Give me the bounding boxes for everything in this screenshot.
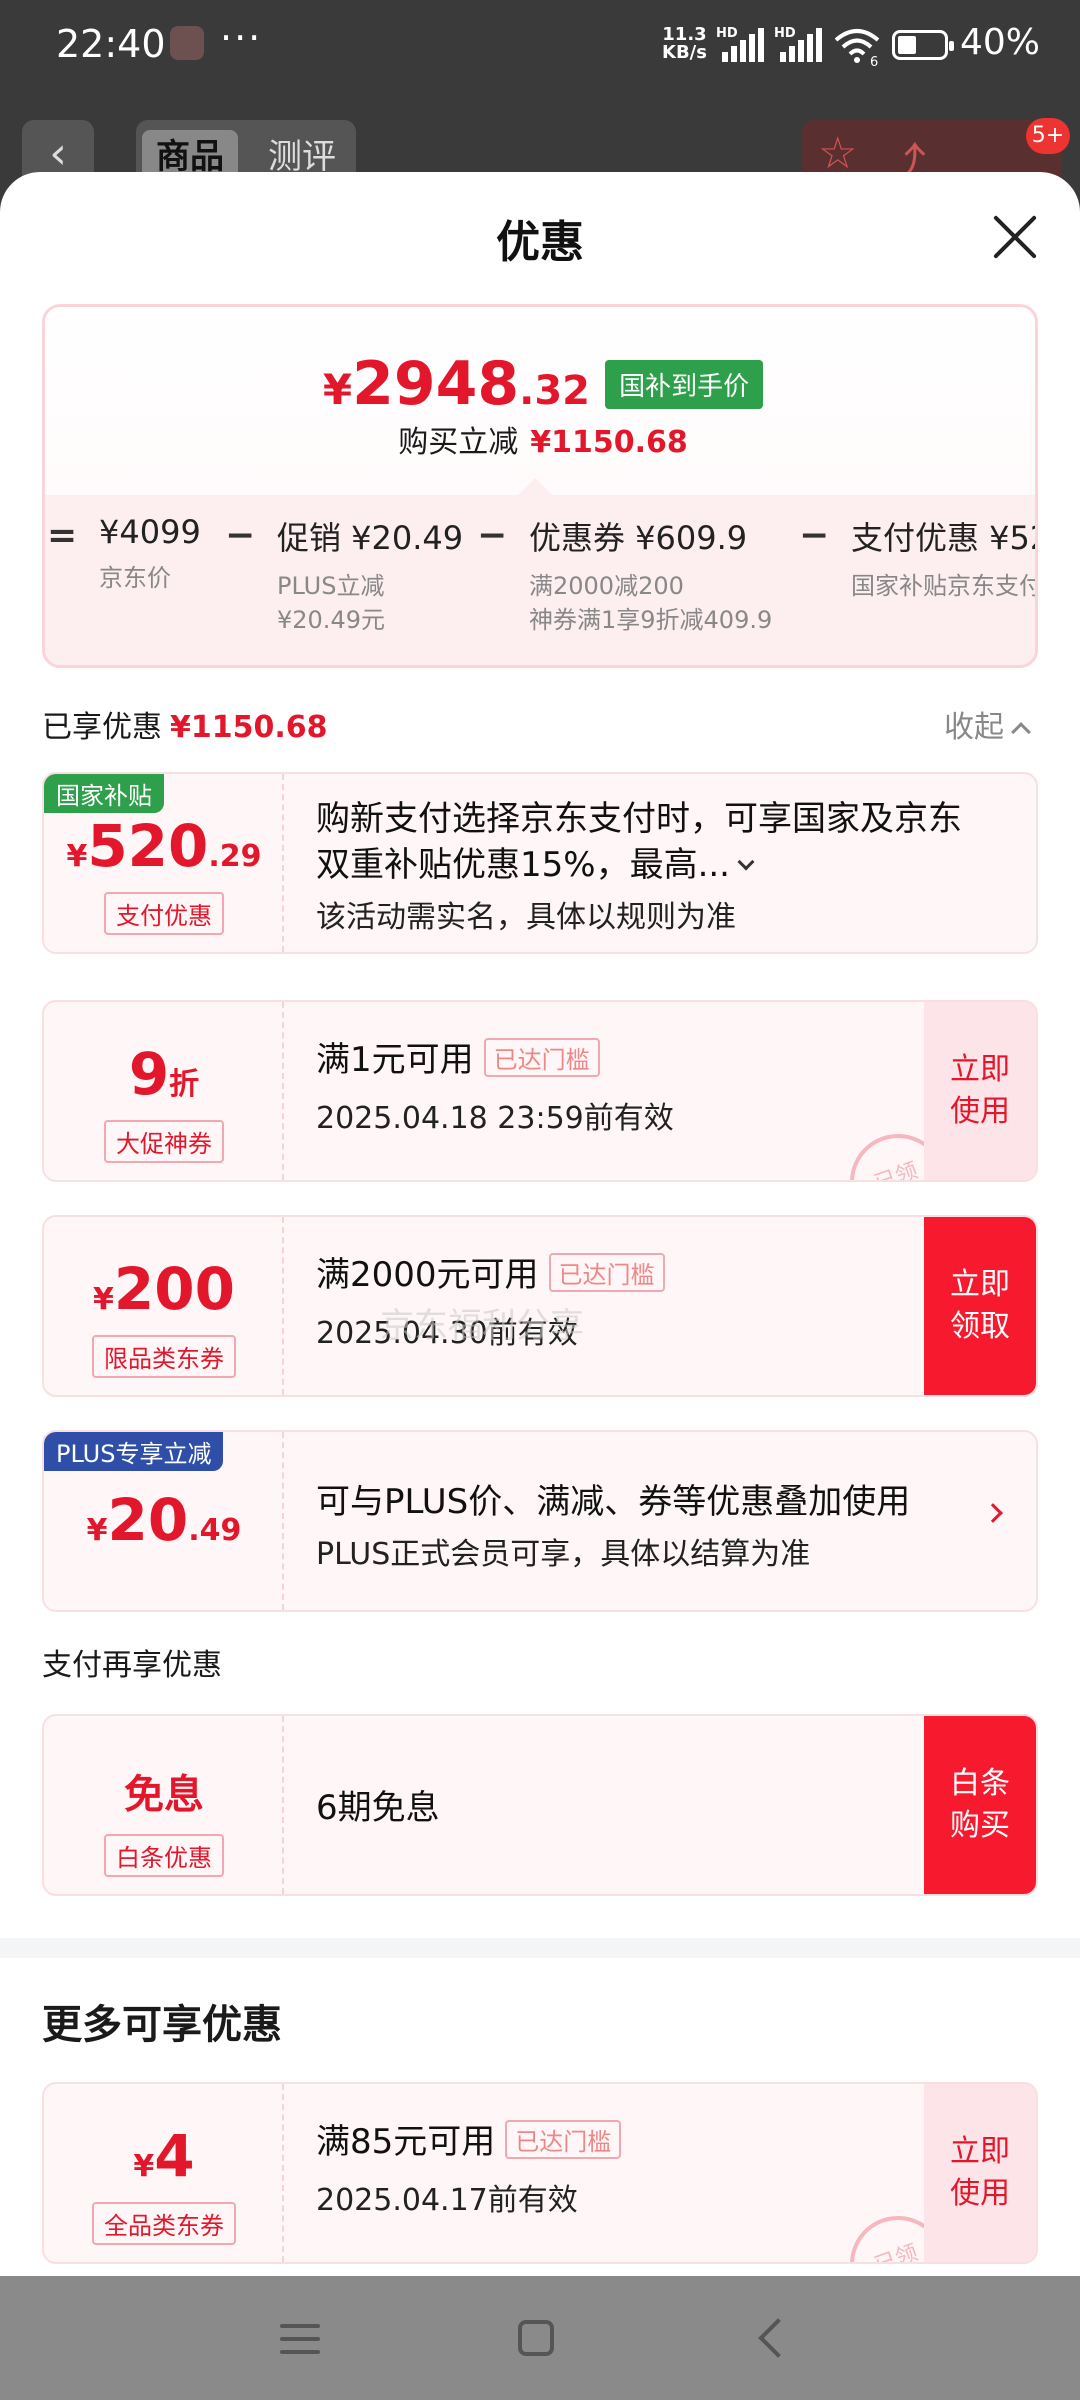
breakdown-op: − — [799, 515, 830, 556]
battery-percent: 40% — [960, 22, 1041, 63]
cart-badge: 5+ — [1026, 118, 1070, 154]
breakdown-item-jd-price: ¥4099 京东价 — [99, 513, 201, 592]
national-subsidy-tag: 国补到手价 — [605, 359, 764, 409]
coupon-desc: 6期免息 — [316, 1788, 440, 1828]
more-notifications-icon: ··· — [220, 16, 263, 60]
coupon-discount-9[interactable]: 9折 大促神券 满1元可用 已达门槛 2025.04.18 23:59前有效 已领… — [42, 1000, 1038, 1182]
coupon-type: 限品类东券 — [92, 1335, 236, 1378]
final-price: ¥2948.32 — [322, 349, 590, 419]
use-now-button[interactable]: 立即使用 — [924, 1002, 1036, 1180]
coupon-amount: ¥520.29 — [66, 812, 262, 880]
close-icon[interactable] — [990, 212, 1040, 262]
coupon-amount: ¥20.49 — [86, 1486, 242, 1554]
sheet-title: 优惠 — [496, 217, 584, 268]
breakdown-op: − — [477, 515, 508, 556]
coupon-desc: 购新支付选择京东支付时，可享国家及京东 双重补贴优惠15%，最高... — [316, 799, 962, 885]
coupon-amount: 9折 — [128, 1040, 200, 1108]
final-price-row: ¥2948.32 国补到手价 — [45, 349, 1035, 419]
enjoyed-discount: 已享优惠 ¥1150.68 — [42, 710, 328, 745]
breakdown-op: = — [47, 515, 78, 556]
signal-icon-1 — [722, 28, 764, 62]
coupon-type: 全品类东券 — [92, 2202, 236, 2245]
coupon-type: 大促神券 — [104, 1120, 224, 1163]
coupon-type: 白条优惠 — [104, 1834, 224, 1877]
reached-badge: 已达门槛 — [483, 1038, 600, 1077]
price-breakdown: = ¥4099 京东价 − 促销 ¥20.49 PLUS立减 ¥20.49元 − … — [45, 495, 1038, 665]
battery-icon — [892, 30, 954, 60]
chevron-up-icon — [1011, 722, 1031, 742]
coupon-desc: 可与PLUS价、满减、券等优惠叠加使用 — [316, 1482, 911, 1522]
baitiao-buy-button[interactable]: 白条购买 — [924, 1716, 1036, 1894]
watermark: 京东福利分享 — [380, 1306, 584, 1346]
system-nav-bar — [0, 2276, 1080, 2400]
coupon-amount: ¥4 — [133, 2122, 195, 2190]
wifi-icon: 6 — [834, 29, 880, 66]
claim-now-button[interactable]: 立即领取 — [924, 1217, 1036, 1395]
coupon-amount: 免息 — [124, 1772, 204, 1818]
breakdown-item-promo: 促销 ¥20.49 PLUS立减 ¥20.49元 — [277, 519, 464, 634]
reached-badge: 已达门槛 — [548, 1253, 665, 1292]
coupon-expiry: 2025.04.17前有效 — [316, 2183, 578, 2218]
network-speed: 11.3 KB/s — [662, 24, 707, 63]
collapse-button[interactable]: 收起 — [944, 702, 1031, 746]
coupon-note: PLUS正式会员可享，具体以结算为准 — [316, 1537, 811, 1572]
notification-app-icon — [170, 26, 204, 60]
coupon-type: 支付优惠 — [104, 892, 224, 935]
home-icon[interactable] — [518, 2320, 554, 2356]
signal-icon-2 — [780, 28, 822, 62]
ribbon-national-subsidy: 国家补贴 — [44, 774, 164, 813]
menu-icon[interactable] — [280, 2324, 320, 2354]
discount-sheet: 优惠 ¥2948.32 国补到手价 购买立减 ¥1150.68 = ¥4099 京… — [0, 172, 1080, 2276]
chevron-down-icon[interactable] — [737, 853, 755, 871]
breakdown-item-coupon: 优惠券 ¥609.9 满2000减200 神券满1享9折减409.9 — [529, 519, 773, 634]
svg-text:6: 6 — [870, 55, 878, 66]
coupon-threshold: 满85元可用 — [316, 2122, 496, 2162]
reached-badge: 已达门槛 — [505, 2120, 622, 2159]
coupon-plus[interactable]: ¥20.49 PLUS专享立减 可与PLUS价、满减、券等优惠叠加使用 PLUS… — [42, 1430, 1038, 1612]
coupon-4[interactable]: ¥4 全品类东券 满85元可用 已达门槛 2025.04.17前有效 已领 立即使… — [42, 2082, 1038, 2264]
breakdown-item-payment: 支付优惠 ¥52 国家补贴京东支付 — [851, 519, 1038, 600]
more-discounts-title: 更多可享优惠 — [42, 2002, 282, 2048]
price-summary-card: ¥2948.32 国补到手价 购买立减 ¥1150.68 = ¥4099 京东价 … — [42, 304, 1038, 668]
ribbon-plus: PLUS专享立减 — [44, 1432, 224, 1471]
coupon-threshold: 满2000元可用 — [316, 1255, 539, 1295]
coupon-interest-free[interactable]: 免息 白条优惠 6期免息 白条购买 — [42, 1714, 1038, 1896]
coupon-amount: ¥200 — [93, 1255, 235, 1323]
pay-section-label: 支付再享优惠 — [42, 1648, 222, 1683]
use-now-button[interactable]: 立即使用 — [924, 2084, 1036, 2262]
section-divider — [0, 1938, 1080, 1958]
status-bar: 22:40 ··· 11.3 KB/s HD HD 6 40% — [0, 0, 1080, 90]
chevron-right-icon[interactable] — [983, 1503, 1003, 1523]
reduce-row: 购买立减 ¥1150.68 — [398, 425, 688, 460]
breakdown-op: − — [225, 515, 256, 556]
coupon-threshold: 满1元可用 — [316, 1040, 474, 1080]
status-time: 22:40 — [56, 22, 166, 66]
nav-back-icon[interactable] — [758, 2318, 798, 2358]
coupon-expiry: 2025.04.18 23:59前有效 — [316, 1101, 674, 1136]
coupon-note: 该活动需实名，具体以规则为准 — [316, 900, 736, 935]
coupon-national-subsidy[interactable]: ¥520.29 支付优惠 国家补贴 购新支付选择京东支付时，可享国家及京东 双重… — [42, 772, 1038, 954]
